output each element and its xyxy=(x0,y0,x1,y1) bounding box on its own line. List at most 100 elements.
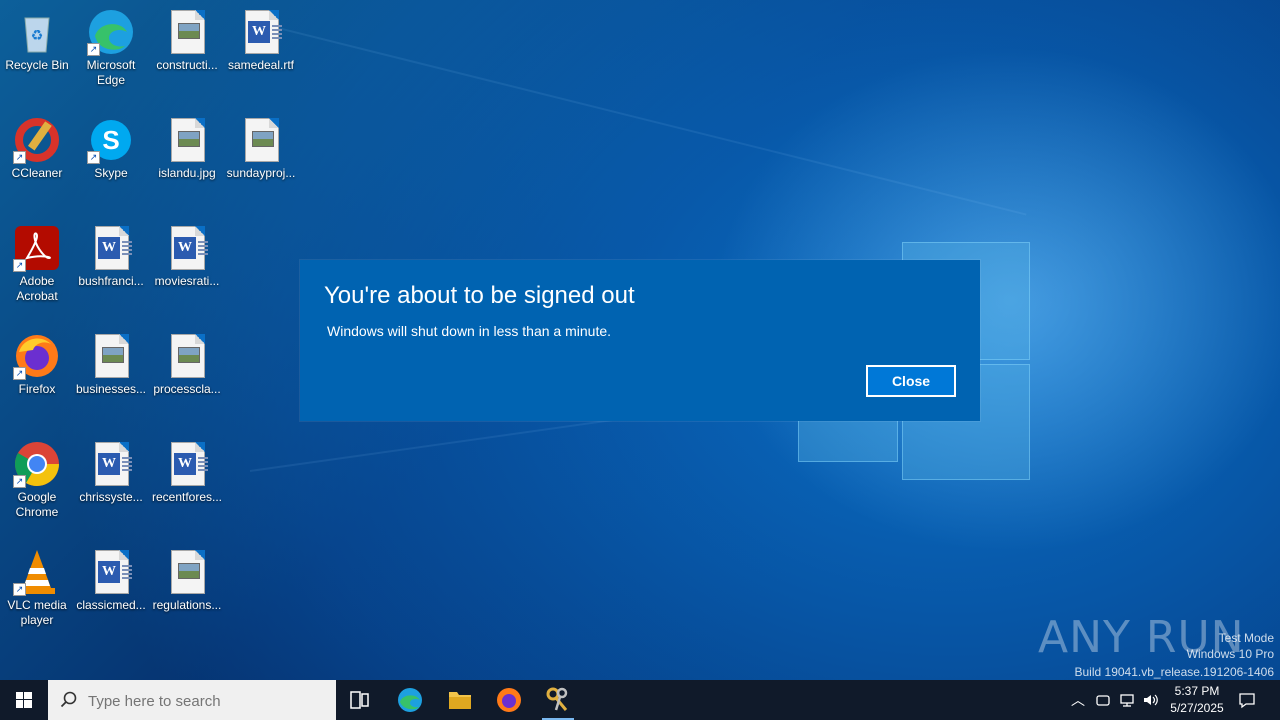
notifications-icon[interactable] xyxy=(1238,690,1256,710)
test-mode-text: Test Mode xyxy=(1218,631,1274,645)
desktop-icon-firefox[interactable]: ↗ Firefox xyxy=(0,332,74,397)
taskbar-keys-app[interactable] xyxy=(534,680,582,720)
icon-label: CCleaner xyxy=(11,166,63,180)
desktop-icon-chrissyste[interactable]: W chrissyste... xyxy=(74,440,148,505)
desktop-icon-regulations[interactable]: regulations... xyxy=(150,548,224,613)
icon-label: classicmed... xyxy=(76,598,146,612)
desktop-icon-businesses[interactable]: businesses... xyxy=(74,332,148,397)
meet-now-icon[interactable] xyxy=(1094,690,1112,710)
windows-start-icon xyxy=(16,692,32,708)
shortcut-arrow-icon: ↗ xyxy=(13,151,26,164)
desktop-icon-samedeal[interactable]: W samedeal.rtf xyxy=(224,8,298,73)
shortcut-arrow-icon: ↗ xyxy=(13,367,26,380)
taskbar-search-box[interactable] xyxy=(48,680,336,720)
icon-label: VLC media player xyxy=(7,598,67,627)
desktop-icon-classicmed[interactable]: W classicmed... xyxy=(74,548,148,613)
desktop-icon-constructi[interactable]: constructi... xyxy=(150,8,224,73)
icon-label: Microsoft Edge xyxy=(86,58,136,87)
taskbar-firefox[interactable] xyxy=(485,680,533,720)
firefox-icon xyxy=(497,688,521,712)
icon-label: businesses... xyxy=(75,382,147,396)
sign-out-dialog: You're about to be signed out Windows wi… xyxy=(300,260,980,421)
windows-edition-text: Windows 10 Pro xyxy=(1186,647,1274,661)
desktop-icon-sundayproj[interactable]: sundayproj... xyxy=(224,116,298,181)
shortcut-arrow-icon: ↗ xyxy=(13,583,26,596)
build-text: Build 19041.vb_release.191206-1406 xyxy=(1074,665,1275,679)
word-document-icon: W xyxy=(163,440,211,488)
desktop-icon-vlc[interactable]: ↗ VLC media player xyxy=(0,548,74,628)
icon-label: regulations... xyxy=(152,598,222,612)
start-button[interactable] xyxy=(0,680,48,720)
volume-icon[interactable] xyxy=(1142,690,1160,710)
icon-label: sundayproj... xyxy=(226,166,296,180)
edge-icon xyxy=(398,688,422,712)
icon-label: Firefox xyxy=(18,382,56,396)
light-ray xyxy=(249,20,1027,216)
folder-icon xyxy=(449,692,471,709)
taskbar-file-explorer[interactable] xyxy=(436,680,484,720)
image-file-icon xyxy=(163,8,211,56)
desktop-icon-processcla[interactable]: processcla... xyxy=(150,332,224,397)
svg-text:♻: ♻ xyxy=(31,27,44,43)
icon-label: bushfranci... xyxy=(78,274,144,288)
shortcut-arrow-icon: ↗ xyxy=(87,151,100,164)
icon-label: processcla... xyxy=(153,382,221,396)
acrobat-icon: ↗ xyxy=(13,224,61,272)
icon-label: samedeal.rtf xyxy=(227,58,295,72)
desktop-icon-adobe-acrobat[interactable]: ↗ Adobe Acrobat xyxy=(0,224,74,304)
desktop-icon-skype[interactable]: S ↗ Skype xyxy=(74,116,148,181)
word-document-icon: W xyxy=(87,548,135,596)
image-file-icon xyxy=(163,116,211,164)
taskbar-edge[interactable] xyxy=(386,680,434,720)
desktop-icon-bushfranci[interactable]: W bushfranci... xyxy=(74,224,148,289)
task-view-icon xyxy=(350,691,369,709)
desktop-icon-recentfores[interactable]: W recentfores... xyxy=(150,440,224,505)
icon-label: recentfores... xyxy=(151,490,223,504)
icon-label: chrissyste... xyxy=(79,490,143,504)
desktop-icon-google-chrome[interactable]: ↗ Google Chrome xyxy=(0,440,74,520)
dialog-title: You're about to be signed out xyxy=(324,282,635,309)
taskbar: ︿ 5:37 PM 5/27/2025 xyxy=(0,680,1280,720)
image-file-icon xyxy=(163,332,211,380)
network-icon[interactable] xyxy=(1118,690,1136,710)
close-button[interactable]: Close xyxy=(866,365,956,397)
image-file-icon xyxy=(163,548,211,596)
clock-date: 5/27/2025 xyxy=(1170,701,1224,715)
chrome-icon: ↗ xyxy=(13,440,61,488)
image-file-icon xyxy=(87,332,135,380)
icon-label: moviesrati... xyxy=(154,274,220,288)
clock-time: 5:37 PM xyxy=(1174,684,1220,698)
icon-label: constructi... xyxy=(156,58,218,72)
task-view-button[interactable] xyxy=(336,680,384,720)
edge-icon: ↗ xyxy=(87,8,135,56)
shortcut-arrow-icon: ↗ xyxy=(13,259,26,272)
desktop-icon-moviesrati[interactable]: W moviesrati... xyxy=(150,224,224,289)
word-document-icon: W xyxy=(163,224,211,272)
word-document-icon: W xyxy=(87,224,135,272)
desktop-icon-microsoft-edge[interactable]: ↗ Microsoft Edge xyxy=(74,8,148,88)
recycle-bin-icon: ♻ xyxy=(13,8,61,56)
keys-icon xyxy=(546,687,568,711)
search-input[interactable] xyxy=(86,690,330,712)
word-document-icon: W xyxy=(87,440,135,488)
shortcut-arrow-icon: ↗ xyxy=(87,43,100,56)
desktop-icon-recycle-bin[interactable]: ♻ Recycle Bin xyxy=(0,8,74,73)
icon-label: Recycle Bin xyxy=(5,58,69,72)
shortcut-arrow-icon: ↗ xyxy=(13,475,26,488)
image-file-icon xyxy=(237,116,285,164)
desktop-icon-islandu[interactable]: islandu.jpg xyxy=(150,116,224,181)
desktop-icon-ccleaner[interactable]: ↗ CCleaner xyxy=(0,116,74,181)
vlc-cone-icon: ↗ xyxy=(13,548,61,596)
skype-icon: S ↗ xyxy=(87,116,135,164)
svg-text:S: S xyxy=(102,125,119,155)
dialog-message: Windows will shut down in less than a mi… xyxy=(327,323,612,339)
firefox-icon: ↗ xyxy=(13,332,61,380)
ccleaner-icon: ↗ xyxy=(13,116,61,164)
icon-label: islandu.jpg xyxy=(158,166,216,180)
show-hidden-icons-chevron-icon[interactable]: ︿ xyxy=(1069,690,1087,710)
taskbar-clock[interactable]: 5:37 PM 5/27/2025 xyxy=(1162,683,1232,717)
icon-label: Skype xyxy=(94,166,128,180)
icon-label: Adobe Acrobat xyxy=(16,274,58,303)
search-icon xyxy=(60,691,77,708)
icon-label: Google Chrome xyxy=(15,490,59,519)
